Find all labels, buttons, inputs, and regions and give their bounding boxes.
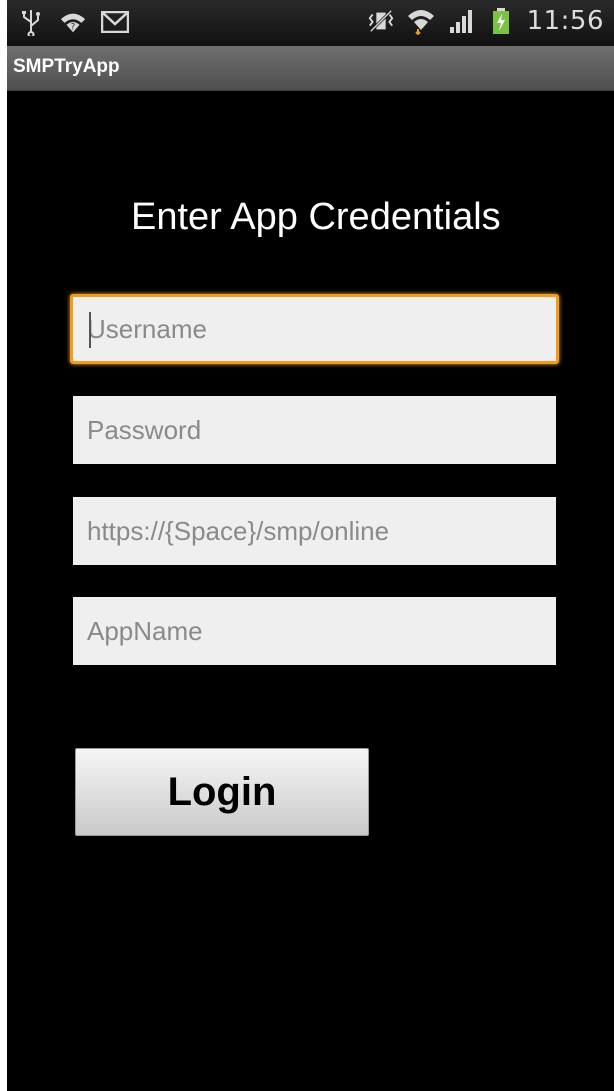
wifi-notification-icon: ?: [59, 8, 87, 36]
svg-text:?: ?: [71, 21, 75, 31]
status-clock: 11:56: [526, 6, 604, 36]
app-title: SMPTryApp: [13, 56, 120, 77]
usb-icon: [17, 8, 45, 36]
password-input[interactable]: [73, 396, 556, 464]
app-name-input[interactable]: [73, 597, 556, 665]
text-cursor: [89, 312, 91, 348]
form-heading: Enter App Credentials: [131, 196, 501, 238]
server-url-input[interactable]: [73, 497, 556, 565]
wifi-icon: [407, 7, 435, 35]
status-bar: ? 11:56: [7, 0, 614, 46]
app-title-bar: SMPTryApp: [7, 46, 614, 91]
username-input[interactable]: [70, 294, 559, 364]
signal-icon: [447, 7, 475, 35]
battery-charging-icon: [487, 7, 515, 35]
vibrate-mute-icon: [367, 7, 395, 35]
login-button[interactable]: Login: [75, 748, 369, 836]
gmail-icon: [101, 8, 129, 36]
app-screen: ? 11:56 SMPTryApp Enter App Credentials …: [7, 0, 614, 1091]
